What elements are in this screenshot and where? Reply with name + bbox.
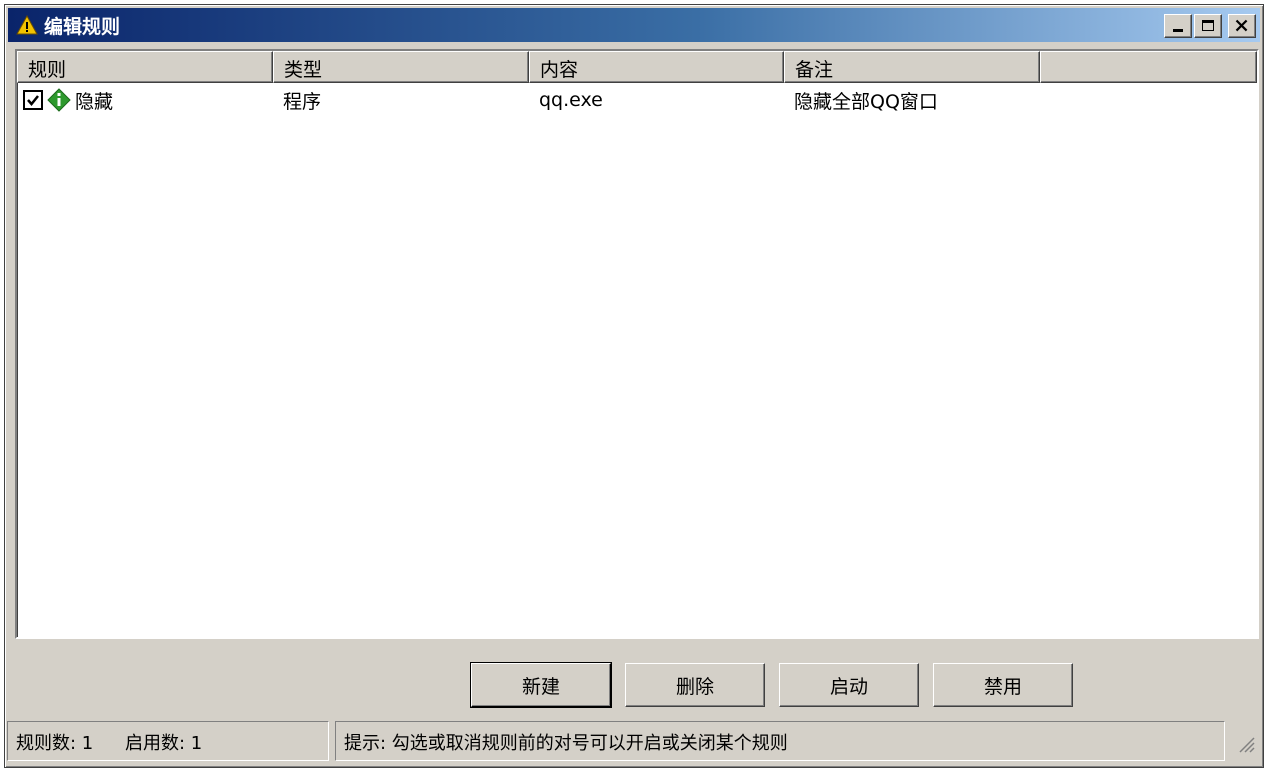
warning-triangle-icon: [16, 14, 38, 35]
table-row[interactable]: 隐藏 程序 qq.exe 隐藏全部QQ窗口: [17, 83, 1257, 117]
minimize-icon: [1173, 29, 1183, 32]
enabled-count: 启用数: 1: [124, 733, 203, 754]
rule-count: 规则数: 1: [16, 733, 94, 754]
resize-grip-icon[interactable]: [1237, 735, 1255, 753]
column-header-rule[interactable]: 规则: [17, 51, 273, 83]
column-header-blank[interactable]: [1040, 51, 1257, 83]
column-header-type[interactable]: 类型: [273, 51, 529, 83]
maximize-button[interactable]: [1194, 14, 1222, 38]
rule-cell: 隐藏: [17, 87, 273, 114]
column-header-content[interactable]: 内容: [529, 51, 784, 83]
list-header: 规则 类型 内容 备注: [17, 51, 1257, 83]
rules-list[interactable]: 规则 类型 内容 备注 隐藏 程序 qq.exe 隐藏全部QQ窗口: [15, 49, 1259, 639]
minimize-button[interactable]: [1164, 14, 1192, 38]
column-header-note[interactable]: 备注: [784, 51, 1040, 83]
enable-button[interactable]: 启动: [779, 663, 919, 707]
rule-name: 隐藏: [75, 90, 114, 113]
status-counts: 规则数: 1 启用数: 1: [7, 721, 329, 761]
title-bar[interactable]: 编辑规则: [8, 8, 1260, 42]
close-icon: [1235, 19, 1248, 32]
checkmark-icon: [27, 95, 39, 106]
close-button[interactable]: [1228, 14, 1256, 38]
action-buttons: 新建 删除 启动 禁用: [5, 662, 1263, 709]
maximize-icon: [1202, 20, 1214, 31]
new-button[interactable]: 新建: [470, 662, 612, 708]
info-diamond-icon: [47, 88, 71, 112]
title-buttons: [1164, 14, 1256, 38]
rule-enabled-checkbox[interactable]: [23, 90, 43, 110]
window-title: 编辑规则: [44, 15, 121, 38]
rule-content: qq.exe: [539, 89, 603, 111]
rule-note: 隐藏全部QQ窗口: [794, 90, 938, 113]
disable-button[interactable]: 禁用: [933, 663, 1073, 707]
status-bar: 规则数: 1 启用数: 1 提示: 勾选或取消规则前的对号可以开启或关闭某个规则: [7, 721, 1261, 761]
status-hint: 提示: 勾选或取消规则前的对号可以开启或关闭某个规则: [335, 721, 1225, 761]
rule-type: 程序: [283, 90, 322, 113]
delete-button[interactable]: 删除: [625, 663, 765, 707]
edit-rules-window: 编辑规则 规则 类型 内容 备注 隐藏 程序 qq.exe 隐藏全部QQ窗口 新…: [4, 4, 1264, 768]
